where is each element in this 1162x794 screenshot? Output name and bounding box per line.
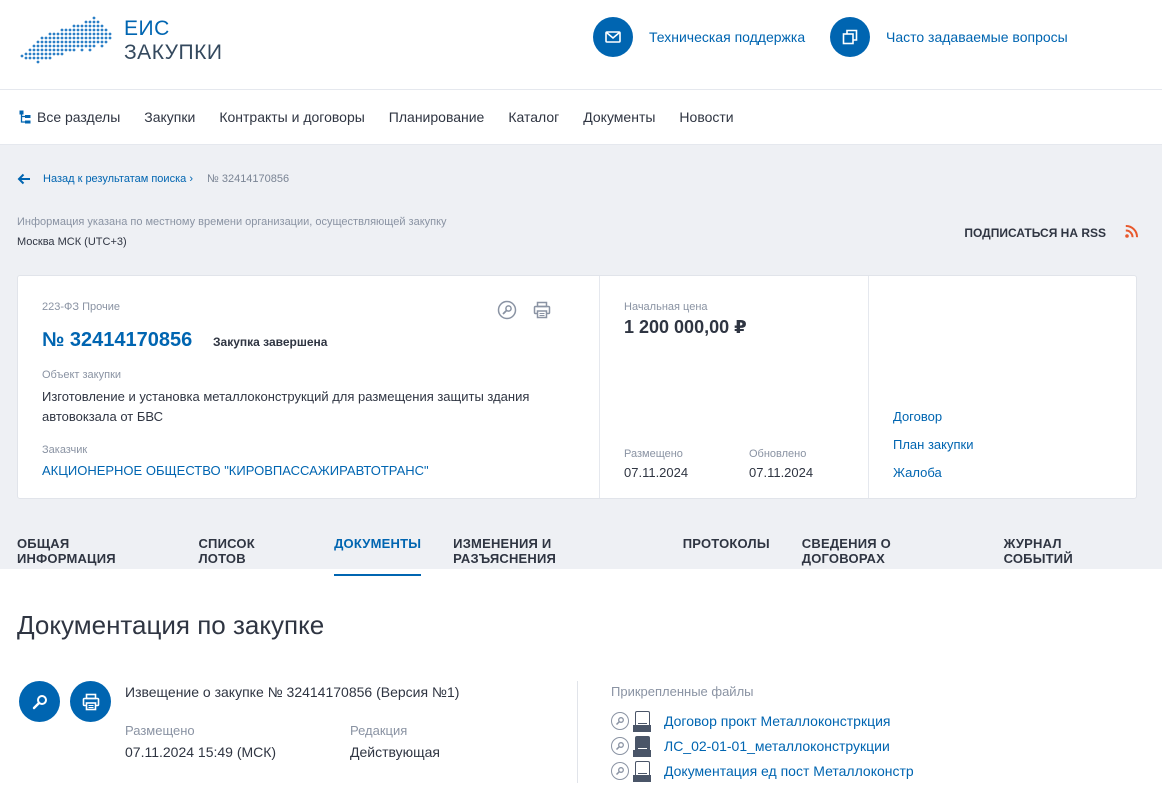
breadcrumb-separator: › [189, 173, 193, 185]
customer-label: Заказчик [42, 444, 88, 456]
magnifier-icon[interactable] [611, 736, 629, 755]
notice-title: Извещение о закупке № 32414170856 (Верси… [125, 684, 460, 700]
faq-label: Часто задаваемые вопросы [886, 29, 1068, 45]
back-label: Назад к результатам поиска [43, 173, 187, 185]
printer-icon [82, 693, 99, 710]
tab-documents[interactable]: ДОКУМЕНТЫ [334, 536, 422, 576]
logo-text: ЕИС ЗАКУПКИ [124, 17, 222, 65]
attached-files-label: Прикрепленные файлы [611, 684, 754, 699]
logo-line1: ЕИС [124, 17, 170, 40]
complaint-link[interactable]: Жалоба [893, 465, 942, 480]
nav-contracts[interactable]: Контракты и договоры [219, 109, 364, 125]
timezone-note: Информация указана по местному времени о… [17, 216, 447, 228]
nav-label: Все разделы [37, 109, 121, 125]
updated-value: 07.11.2024 [749, 465, 814, 480]
logo[interactable]: ЕИС ЗАКУПКИ [18, 16, 222, 66]
rss-icon[interactable] [1125, 225, 1138, 238]
magnifier-icon[interactable] [611, 761, 629, 780]
price-label: Начальная цена [624, 301, 708, 313]
column-divider [599, 276, 600, 498]
support-link[interactable]: Техническая поддержка [593, 17, 805, 57]
tab-lots-list[interactable]: СПИСОК ЛОТОВ [198, 536, 302, 576]
nav-documents[interactable]: Документы [583, 109, 655, 125]
section-tabs: ОБЩАЯ ИНФОРМАЦИЯ СПИСОК ЛОТОВ ДОКУМЕНТЫ … [17, 536, 1162, 576]
nav-catalog[interactable]: Каталог [508, 109, 559, 125]
sitemap-icon [19, 110, 31, 124]
edition-label: Редакция [350, 723, 408, 738]
nav-planning[interactable]: Планирование [389, 109, 485, 125]
mail-icon [593, 17, 633, 57]
column-divider [868, 276, 869, 498]
breadcrumb-current: № 32414170856 [206, 173, 290, 185]
nav-news[interactable]: Новости [679, 109, 733, 125]
file-row: ЛС_02-01-01_металлоконструкции [611, 736, 890, 757]
view-notice-button[interactable] [19, 681, 60, 722]
file-link[interactable]: Договор прокт Металлоконстркция [664, 713, 891, 729]
file-icon[interactable] [633, 761, 651, 782]
magnifier-icon[interactable] [611, 711, 629, 730]
nav-all-sections[interactable]: Все разделы [19, 109, 120, 125]
arrow-left-icon[interactable] [17, 173, 31, 185]
law-label: 223-ФЗ Прочие [42, 301, 120, 313]
placed-label: Размещено [624, 448, 683, 460]
support-label: Техническая поддержка [649, 29, 806, 45]
notice-placed-label: Размещено [125, 723, 195, 738]
contract-link[interactable]: Договор [893, 409, 942, 424]
object-label: Объект закупки [42, 369, 122, 381]
back-to-results-link[interactable]: Назад к результатам поиска › [43, 173, 193, 185]
tab-general-info[interactable]: ОБЩАЯ ИНФОРМАЦИЯ [17, 536, 166, 576]
purchase-card: 223-ФЗ Прочие № 32414170856 Закупка заве… [17, 275, 1137, 499]
site-header: ЕИС ЗАКУПКИ Техническая поддержка Часто … [0, 0, 1162, 90]
nav-purchases[interactable]: Закупки [144, 109, 195, 125]
notice-placed-value: 07.11.2024 15:49 (МСК) [125, 744, 277, 760]
logo-line2: ЗАКУПКИ [124, 41, 223, 64]
tab-protocols[interactable]: ПРОТОКОЛЫ [683, 536, 770, 576]
placed-value: 07.11.2024 [624, 465, 689, 480]
printer-icon[interactable] [533, 301, 551, 319]
status-badge: Закупка завершена [213, 335, 328, 349]
faq-link[interactable]: Часто задаваемые вопросы [830, 17, 1068, 57]
tab-changes[interactable]: ИЗМЕНЕНИЯ И РАЗЪЯСНЕНИЯ [453, 536, 651, 576]
object-value: Изготовление и установка металлоконструк… [42, 389, 530, 424]
page-title: Документация по закупке [17, 610, 325, 640]
tab-contracts-info[interactable]: СВЕДЕНИЯ О ДОГОВОРАХ [802, 536, 972, 576]
magnifier-icon[interactable] [497, 300, 517, 320]
price-value: 1 200 000,00 ₽ [624, 317, 747, 337]
edition-value: Действующая [350, 744, 441, 760]
file-icon[interactable] [633, 711, 651, 732]
timezone-value: Москва МСК (UTC+3) [17, 236, 127, 248]
russia-map-logo-icon [20, 16, 112, 64]
purchase-number[interactable]: № 32414170856 [42, 329, 192, 352]
purchase-plan-link[interactable]: План закупки [893, 437, 973, 452]
tab-event-log[interactable]: ЖУРНАЛ СОБЫТИЙ [1004, 536, 1130, 576]
file-link[interactable]: Документация ед пост Металлоконстр [664, 763, 914, 779]
file-row: Документация ед пост Металлоконстр [611, 761, 914, 782]
magnifier-icon [32, 694, 47, 709]
rss-subscribe-link[interactable]: ПОДПИСАТЬСЯ НА RSS [964, 226, 1106, 240]
file-row: Договор прокт Металлоконстркция [611, 711, 891, 732]
file-icon[interactable] [633, 736, 651, 757]
main-nav: Все разделы Закупки Контракты и договоры… [0, 90, 1162, 145]
file-link[interactable]: ЛС_02-01-01_металлоконструкции [664, 738, 890, 754]
breadcrumb: Назад к результатам поиска › № 324141708… [17, 173, 289, 185]
updated-label: Обновлено [749, 448, 807, 460]
print-notice-button[interactable] [70, 681, 111, 722]
customer-link[interactable]: АКЦИОНЕРНОЕ ОБЩЕСТВО "КИРОВПАССАЖИРАВТОТ… [42, 463, 429, 478]
docs-divider [577, 681, 578, 783]
windows-icon [830, 17, 870, 57]
